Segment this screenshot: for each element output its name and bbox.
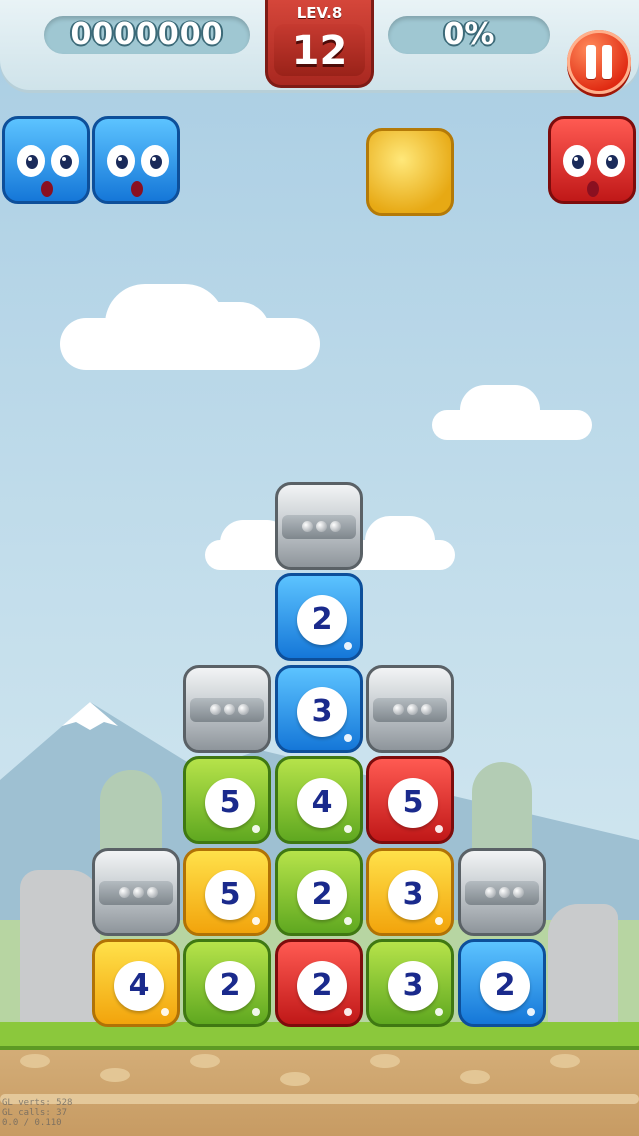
blue-number-block[interactable]: 2 (458, 939, 546, 1027)
debug-line: GL calls: 37 (2, 1108, 68, 1118)
debug-line: GL verts: 528 (2, 1098, 73, 1108)
metal-block[interactable] (183, 665, 271, 753)
green-number-block[interactable]: 5 (183, 756, 271, 844)
debug-overlay: GL verts: 528 GL calls: 37 0.0 / 0.110 (2, 1098, 72, 1128)
block-number: 5 (205, 870, 255, 920)
green-number-block[interactable]: 2 (275, 848, 363, 936)
block-number: 2 (297, 595, 347, 645)
yellow-number-block[interactable]: 4 (92, 939, 180, 1027)
block-number: 5 (205, 778, 255, 828)
metal-block[interactable] (458, 848, 546, 936)
block-number: 3 (297, 687, 347, 737)
red-number-block[interactable]: 2 (275, 939, 363, 1027)
red-number-block[interactable]: 5 (366, 756, 454, 844)
green-number-block[interactable]: 2 (183, 939, 271, 1027)
game-board: 2354552342232 (0, 0, 639, 1136)
block-number: 3 (388, 870, 438, 920)
blue-number-block[interactable]: 2 (275, 573, 363, 661)
block-number: 3 (388, 961, 438, 1011)
block-number: 4 (297, 778, 347, 828)
green-number-block[interactable]: 4 (275, 756, 363, 844)
blue-number-block[interactable]: 3 (275, 665, 363, 753)
metal-block[interactable] (92, 848, 180, 936)
yellow-number-block[interactable]: 5 (183, 848, 271, 936)
block-number: 2 (297, 961, 347, 1011)
block-number: 2 (480, 961, 530, 1011)
block-number: 5 (388, 778, 438, 828)
block-number: 2 (205, 961, 255, 1011)
metal-block[interactable] (275, 482, 363, 570)
block-number: 4 (114, 961, 164, 1011)
yellow-number-block[interactable]: 3 (366, 848, 454, 936)
green-number-block[interactable]: 3 (366, 939, 454, 1027)
block-number: 2 (297, 870, 347, 920)
metal-block[interactable] (366, 665, 454, 753)
debug-line: 0.0 / 0.110 (2, 1118, 62, 1128)
